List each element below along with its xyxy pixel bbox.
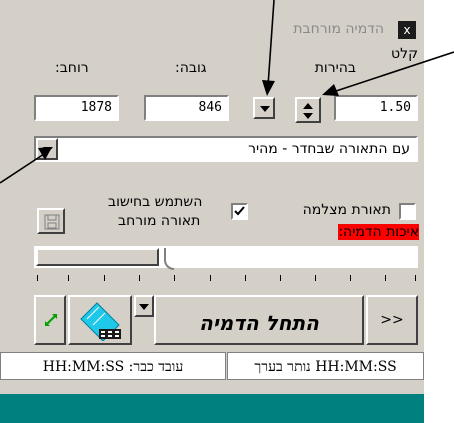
arrow-to-brightness-annotation bbox=[322, 51, 454, 96]
arrow-to-lighting-annotation bbox=[0, 147, 52, 184]
annotation-arrows bbox=[0, 0, 454, 184]
arrow-to-dropdown-annotation bbox=[262, 0, 275, 96]
